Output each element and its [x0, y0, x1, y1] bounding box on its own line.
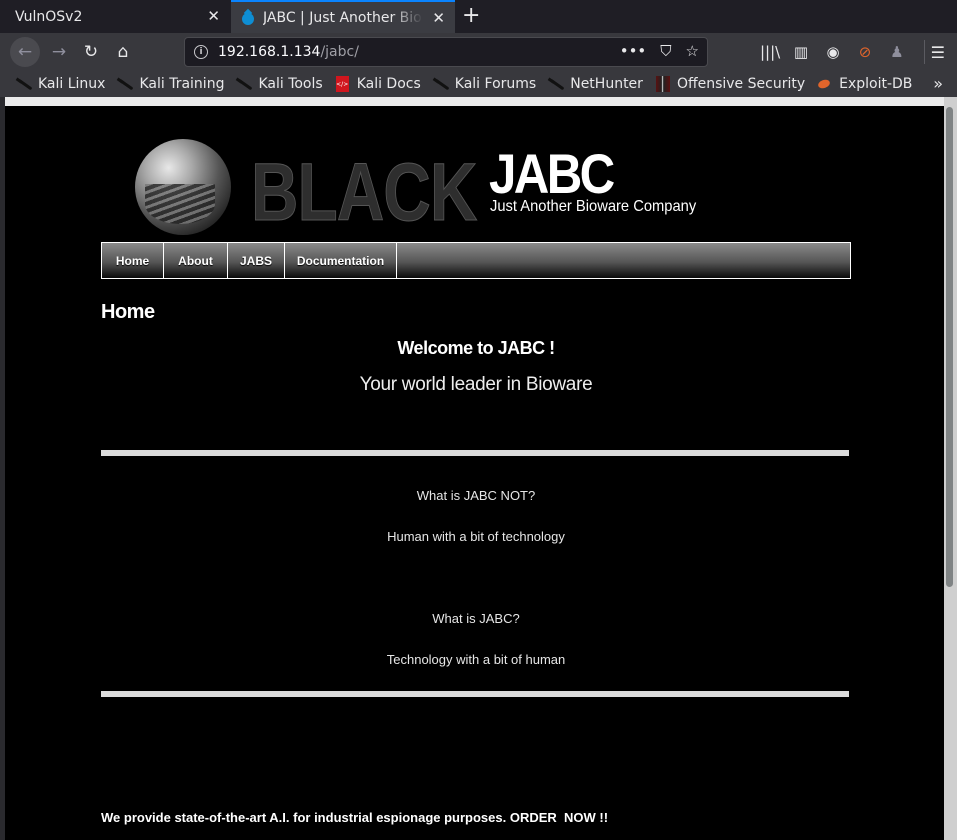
question-text: What is JABC? [432, 611, 520, 626]
toolbar-separator [924, 40, 925, 64]
pocket-icon[interactable]: ⛉ [660, 42, 671, 60]
tab-label: JABC | Just Another Bioware Company [263, 9, 423, 26]
menu-item-home[interactable]: Home [102, 243, 164, 278]
reload-icon: ↻ [83, 42, 99, 62]
bookmarks-toolbar: Kali Linux Kali Training Kali Tools Kali… [0, 71, 957, 97]
kali-dragon-icon [235, 76, 253, 92]
back-button[interactable]: ← [10, 37, 40, 67]
bookmark-label: Kali Tools [258, 76, 323, 92]
page-top-bar [5, 97, 945, 106]
arrow-left-icon: ← [17, 42, 33, 62]
tab-label: VulnOSv2 [15, 8, 83, 25]
divider [101, 450, 849, 456]
bookmark-exploit-db[interactable]: Exploit-DB [816, 76, 912, 92]
offsec-icon [654, 76, 672, 92]
account-icon[interactable]: ◉ [824, 43, 842, 61]
more-actions-icon[interactable]: ••• [620, 42, 647, 60]
page-viewport: BLACK JABC Just Another Bioware Company … [5, 97, 945, 840]
hamburger-menu-icon[interactable]: ☰ [931, 43, 945, 62]
bookmark-label: Kali Training [139, 76, 225, 92]
bookmark-label: Kali Forums [454, 76, 537, 92]
reload-button[interactable]: ↻ [76, 37, 106, 67]
home-button[interactable]: ⌂ [108, 37, 138, 67]
kali-dragon-icon [432, 76, 450, 92]
forward-button[interactable]: → [44, 37, 74, 67]
toolbar-icons: |||\ ▥ ◉ ⊘ ♟ [760, 37, 925, 67]
url-bar[interactable]: i 192.168.1.134/jabc/ ••• ⛉ ☆ [184, 37, 708, 67]
menu-item-jabs[interactable]: JABS [228, 243, 285, 278]
bookmark-label: Kali Docs [356, 76, 421, 92]
bookmark-label: Exploit-DB [839, 76, 913, 92]
kali-dragon-icon [116, 76, 134, 92]
scrollbar-thumb[interactable] [946, 107, 953, 587]
kali-dragon-icon [547, 76, 565, 92]
tab-vulnosv2[interactable]: VulnOSv2 ✕ [0, 0, 230, 33]
url-actions: ••• ⛉ ☆ [620, 42, 699, 60]
bookmarks-overflow-icon[interactable]: » [933, 74, 943, 93]
question-text: What is JABC NOT? [416, 488, 536, 503]
bookmark-nethunter[interactable]: NetHunter [547, 76, 643, 92]
bookmark-kali-docs[interactable]: Kali Docs [334, 76, 421, 92]
menu-item-about[interactable]: About [164, 243, 228, 278]
answer-text: Human with a bit of technology [387, 529, 565, 544]
kali-docs-icon [334, 76, 352, 92]
extension-blocked-icon[interactable]: ⊘ [856, 43, 874, 61]
close-icon[interactable]: ✕ [432, 9, 445, 27]
url-host: 192.168.1.134 [218, 44, 321, 60]
site-title[interactable]: JABC [489, 141, 615, 206]
tab-strip: VulnOSv2 ✕ JABC | Just Another Bioware C… [0, 0, 957, 33]
home-icon: ⌂ [117, 42, 129, 62]
bookmark-kali-training[interactable]: Kali Training [116, 76, 224, 92]
close-icon[interactable]: ✕ [207, 7, 220, 25]
answer-text: Technology with a bit of human [386, 652, 566, 667]
bookmark-kali-forums[interactable]: Kali Forums [432, 76, 536, 92]
drupal-drop-icon [241, 10, 255, 26]
navigation-toolbar: ← → ↻ ⌂ i 192.168.1.134/jabc/ ••• ⛉ ☆ ||… [0, 33, 957, 71]
info-icon[interactable]: i [194, 45, 208, 59]
divider [101, 691, 849, 697]
arrow-right-icon: → [51, 42, 67, 62]
logo-orb-image[interactable] [135, 139, 231, 235]
sidebar-icon[interactable]: ▥ [792, 43, 810, 61]
site-slogan: Just Another Bioware Company [490, 198, 697, 215]
library-icon[interactable]: |||\ [760, 43, 780, 61]
bookmark-star-icon[interactable]: ☆ [686, 42, 699, 60]
vertical-scrollbar[interactable] [944, 97, 957, 840]
exploit-db-icon [816, 76, 834, 92]
new-tab-button[interactable]: + [462, 3, 480, 28]
logo-text[interactable]: BLACK [251, 146, 478, 240]
url-text[interactable]: 192.168.1.134/jabc/ [218, 44, 359, 60]
bookmark-label: Kali Linux [38, 76, 106, 92]
promo-text: We provide state-of-the-art A.I. for ind… [101, 810, 609, 825]
page-heading: Home [101, 301, 155, 323]
welcome-heading: Welcome to JABC ! [397, 338, 555, 358]
tab-jabc[interactable]: JABC | Just Another Bioware Company ✕ [231, 0, 455, 33]
bookmark-kali-linux[interactable]: Kali Linux [15, 76, 105, 92]
bookmark-offensive-security[interactable]: Offensive Security [654, 76, 805, 92]
url-path: /jabc/ [320, 44, 359, 60]
extension-icon[interactable]: ♟ [888, 43, 906, 61]
bookmark-kali-tools[interactable]: Kali Tools [235, 76, 322, 92]
menu-item-documentation[interactable]: Documentation [285, 243, 397, 278]
kali-dragon-icon [15, 76, 33, 92]
bookmark-label: Offensive Security [676, 76, 806, 92]
main-menu: Home About JABS Documentation [101, 242, 851, 279]
bookmark-label: NetHunter [570, 76, 643, 92]
tagline: Your world leader in Bioware [359, 374, 593, 395]
